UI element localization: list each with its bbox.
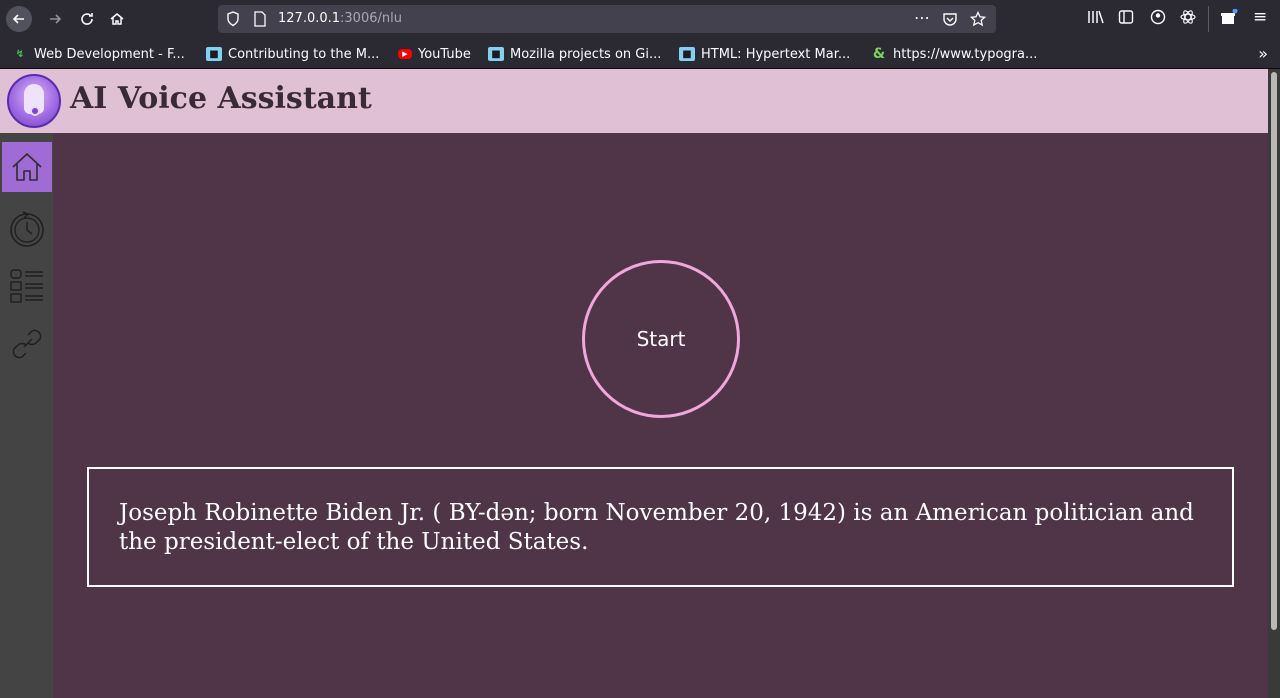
mdn-icon: ↯: [15, 48, 25, 60]
mdn-icon: ■: [206, 47, 222, 61]
bookmark-item[interactable]: & https://www.typogra...: [871, 45, 1038, 63]
sidebar-item-history[interactable]: [2, 203, 52, 253]
shield-icon[interactable]: [226, 11, 240, 27]
forward-button[interactable]: [42, 6, 68, 32]
transcript-text: Joseph Robinette Biden Jr. ( BY-dən; bor…: [119, 500, 1194, 555]
library-icon[interactable]: [1087, 9, 1105, 25]
url-bar[interactable]: 127.0.0.1:3006/nlu ⋯: [218, 5, 996, 33]
assistant-logo: [7, 74, 61, 128]
bookmark-item[interactable]: ■ Mozilla projects on Gi...: [488, 45, 661, 63]
chevron-double-right-icon[interactable]: »: [1258, 44, 1268, 63]
bookmark-item[interactable]: ▶ YouTube: [398, 45, 471, 63]
home-button[interactable]: [104, 6, 130, 32]
bookmark-label: YouTube: [418, 46, 471, 62]
bookmark-label: Contributing to the M...: [228, 46, 380, 62]
speaker-light: [30, 106, 40, 116]
bookmark-label: Mozilla projects on Gi...: [510, 46, 662, 62]
bookmark-item[interactable]: ■ Contributing to the M...: [206, 45, 379, 63]
url-path: :3006/nlu: [340, 11, 402, 26]
url-host: 127.0.0.1: [278, 11, 341, 26]
sidebar-item-link[interactable]: [2, 319, 52, 369]
pocket-icon[interactable]: [942, 11, 958, 27]
gift-icon[interactable]: [1220, 9, 1238, 25]
menu-icon[interactable]: ≡: [1253, 7, 1267, 27]
url-text[interactable]: 127.0.0.1:3006/nlu: [278, 11, 402, 26]
account-icon[interactable]: [1150, 9, 1166, 25]
react-devtools-icon[interactable]: [1180, 9, 1196, 25]
page-icon: [254, 11, 266, 27]
app-viewport: AI Voice Assistant Start Joseph Robinett…: [0, 69, 1268, 698]
home-icon: [12, 153, 42, 181]
transcript-box: Joseph Robinette Biden Jr. ( BY-dən; bor…: [87, 467, 1234, 587]
history-icon: [10, 211, 44, 247]
back-button[interactable]: [6, 6, 32, 32]
browser-home-icon: [110, 13, 124, 25]
sidebar-item-home[interactable]: [2, 142, 52, 192]
bookmark-item[interactable]: ↯ Web Development - F...: [12, 45, 185, 63]
sidebar-toggle-icon[interactable]: [1118, 9, 1134, 25]
youtube-icon: ▶: [398, 49, 412, 59]
list-icon: [10, 269, 43, 303]
reload-button[interactable]: [74, 6, 100, 32]
page-actions-icon[interactable]: ⋯: [914, 8, 930, 27]
star-icon[interactable]: [970, 11, 986, 27]
bookmark-item[interactable]: ■ HTML: Hypertext Mar...: [679, 45, 850, 63]
scrollbar-thumb[interactable]: [1271, 72, 1277, 630]
mdn-icon: ■: [679, 47, 695, 61]
app-header: AI Voice Assistant: [0, 69, 1268, 133]
sidebar: [0, 133, 53, 698]
bookmark-label: https://www.typogra...: [893, 46, 1038, 62]
arrow-left-icon: [12, 14, 24, 24]
start-button[interactable]: Start: [582, 260, 740, 418]
app-title: AI Voice Assistant: [70, 81, 372, 116]
link-icon: [12, 329, 42, 359]
browser-toolbar: 127.0.0.1:3006/nlu ⋯ ≡: [0, 0, 1280, 38]
ampersand-icon: &: [872, 46, 886, 62]
toolbar-divider: [1208, 6, 1209, 32]
arrow-right-icon: [50, 14, 62, 24]
bookmark-label: Web Development - F...: [34, 46, 185, 62]
reload-icon: [81, 13, 93, 25]
mdn-icon: ■: [488, 47, 504, 61]
bookmark-label: HTML: Hypertext Mar...: [701, 46, 851, 62]
bookmarks-bar: ↯ Web Development - F... ■ Contributing …: [0, 38, 1280, 69]
page-scrollbar[interactable]: [1268, 69, 1280, 698]
sidebar-item-list[interactable]: [2, 261, 52, 311]
